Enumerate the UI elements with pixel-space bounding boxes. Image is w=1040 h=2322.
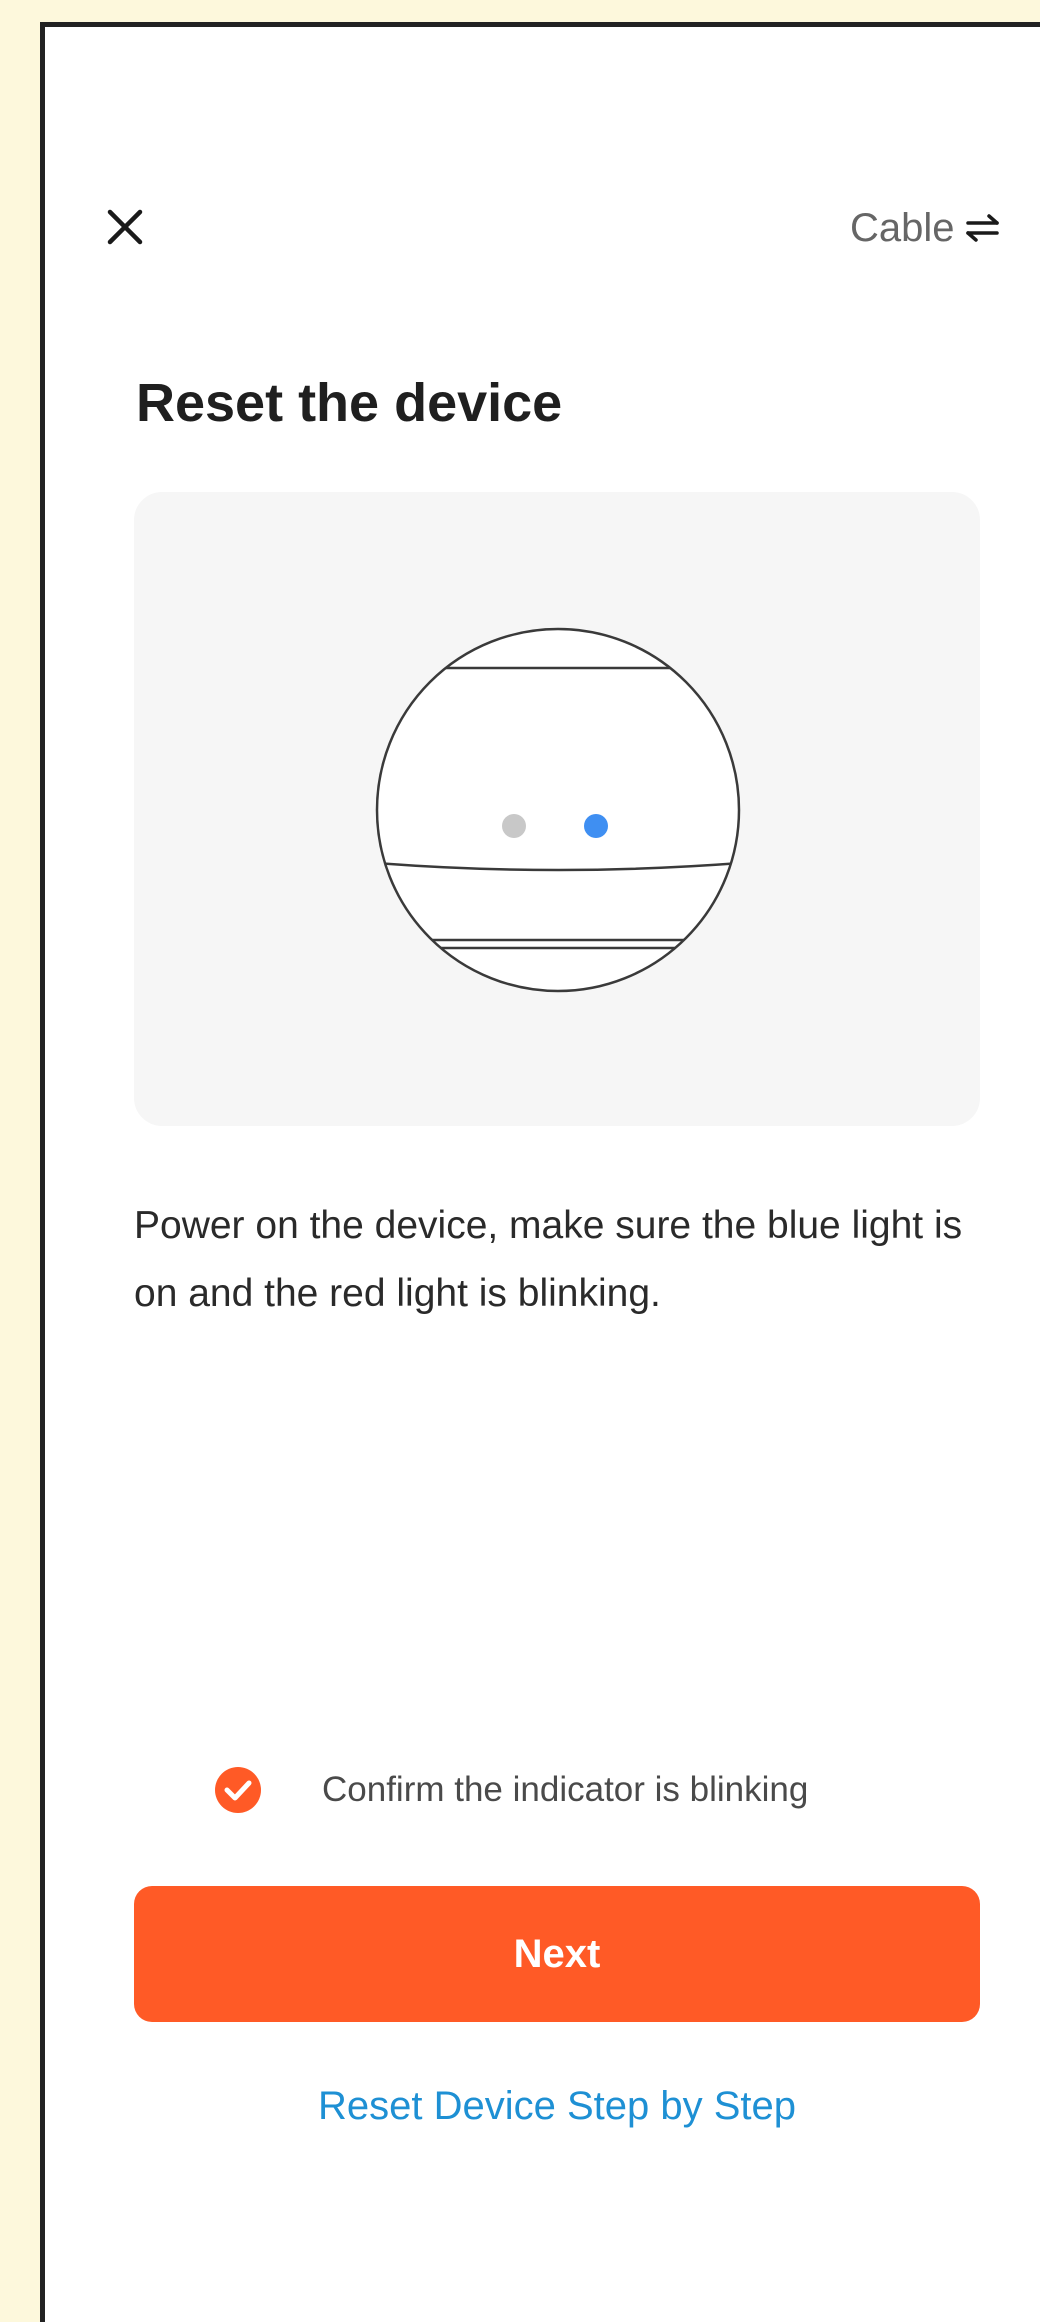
confirm-indicator-checkbox[interactable]: Confirm the indicator is blinking: [214, 1760, 808, 1820]
reset-device-step-by-step-link[interactable]: Reset Device Step by Step: [134, 2084, 980, 2129]
indicator-light-grey: [502, 814, 526, 838]
swap-arrows-icon: [965, 214, 999, 242]
device-illustration: [375, 627, 741, 993]
confirm-indicator-label: Confirm the indicator is blinking: [322, 1770, 809, 1809]
indicator-light-blue: [584, 814, 608, 838]
device-illustration-card: [134, 492, 980, 1126]
next-button[interactable]: Next: [134, 1886, 980, 2022]
close-button[interactable]: [90, 192, 160, 262]
cable-mode-toggle[interactable]: Cable: [850, 200, 1001, 256]
cable-label: Cable: [850, 205, 955, 250]
instruction-text: Power on the device, make sure the blue …: [134, 1204, 963, 1315]
close-icon: [107, 209, 143, 245]
page-title: Reset the device: [136, 373, 563, 433]
checkbox-checked-icon[interactable]: [214, 1766, 262, 1814]
